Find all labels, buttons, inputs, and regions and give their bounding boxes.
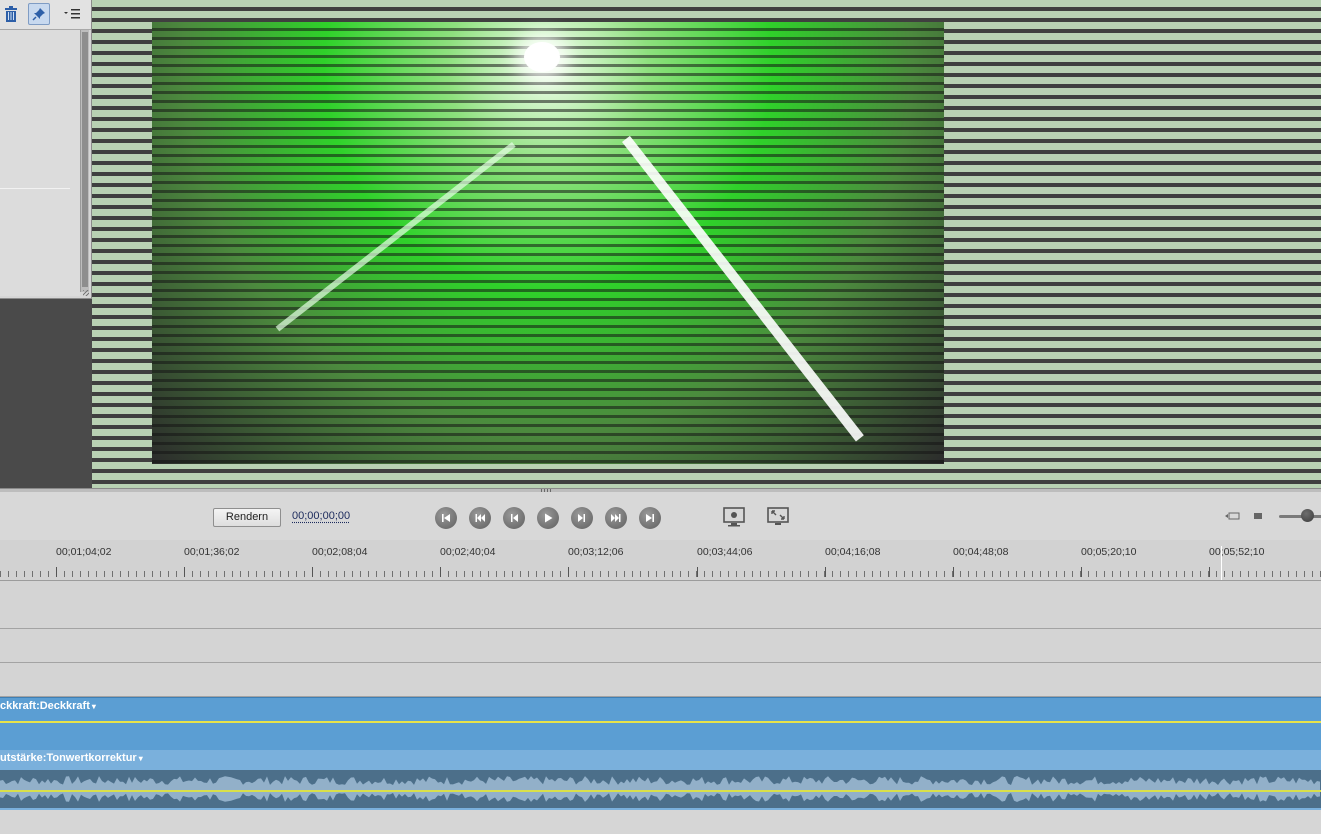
chevron-down-icon[interactable]: ▾ bbox=[139, 754, 143, 763]
ruler-label: 00;02;08;04 bbox=[312, 546, 368, 558]
ruler-major-tick bbox=[697, 567, 698, 577]
go-to-end-button[interactable] bbox=[639, 507, 661, 529]
ruler-label: 00;01;04;02 bbox=[56, 546, 112, 558]
ruler-major-tick bbox=[1081, 567, 1082, 577]
rewind-icon bbox=[475, 514, 485, 522]
frame-road-marking-2 bbox=[275, 142, 516, 332]
side-panel bbox=[0, 0, 92, 299]
fullscreen-icon[interactable] bbox=[766, 506, 790, 528]
program-monitor bbox=[0, 0, 1321, 488]
audio-clip-effect-label[interactable]: utstärke:Tonwertkorrektur ▾ bbox=[0, 752, 143, 764]
ruler-label: 00;01;36;02 bbox=[184, 546, 240, 558]
step-forward-large-button[interactable] bbox=[605, 507, 627, 529]
video-track-clip[interactable]: ckkraft:Deckkraft ▾ bbox=[0, 697, 1321, 750]
fast-forward-icon bbox=[611, 514, 621, 522]
current-timecode[interactable]: 00;00;00;00 bbox=[292, 510, 350, 522]
ruler-major-tick bbox=[56, 567, 57, 577]
ruler-major-tick bbox=[953, 567, 954, 577]
step-back-icon bbox=[511, 514, 518, 522]
ruler-major-tick bbox=[1209, 567, 1210, 577]
ruler-label: 00;04;48;08 bbox=[953, 546, 1009, 558]
panel-scrollbar[interactable] bbox=[80, 30, 89, 292]
ruler-label: 00;05;52;10 bbox=[1209, 546, 1265, 558]
ruler-label: 00;05;20;10 bbox=[1081, 546, 1137, 558]
transport-bar: Rendern 00;00;00;00 bbox=[0, 492, 1321, 540]
render-button[interactable]: Rendern bbox=[213, 508, 281, 527]
zoom-slider-track[interactable] bbox=[1279, 515, 1321, 518]
video-effect-name: ckkraft:Deckkraft bbox=[0, 700, 90, 712]
ruler-label: 00;02;40;04 bbox=[440, 546, 496, 558]
audio-effect-name: utstärke:Tonwertkorrektur bbox=[0, 752, 137, 764]
playhead[interactable] bbox=[1221, 546, 1222, 580]
ruler-label: 00;03;12;06 bbox=[568, 546, 624, 558]
opacity-keyframe-line[interactable] bbox=[0, 721, 1321, 723]
zoom-out-icon[interactable] bbox=[1224, 509, 1274, 523]
timeline-ruler[interactable]: 00;01;04;02 00;01;36;02 00;02;08;04 00;0… bbox=[0, 540, 1321, 581]
ruler-major-tick bbox=[184, 567, 185, 577]
panel-divider bbox=[0, 188, 70, 189]
frame-road-marking bbox=[622, 135, 864, 442]
volume-keyframe-line[interactable] bbox=[0, 790, 1321, 792]
ruler-label: 00;03;44;06 bbox=[697, 546, 753, 558]
timeline-empty-space bbox=[0, 810, 1321, 834]
step-back-button[interactable] bbox=[503, 507, 525, 529]
ruler-ticks bbox=[0, 571, 1321, 577]
step-forward-button[interactable] bbox=[571, 507, 593, 529]
panel-content bbox=[0, 30, 80, 296]
pin-icon[interactable] bbox=[28, 3, 50, 25]
go-to-start-button[interactable] bbox=[435, 507, 457, 529]
empty-track[interactable] bbox=[0, 629, 1321, 663]
audio-waveform bbox=[0, 770, 1321, 808]
ruler-label: 00;04;16;08 bbox=[825, 546, 881, 558]
chevron-down-icon[interactable]: ▾ bbox=[92, 702, 96, 711]
frame-highlight bbox=[524, 42, 560, 72]
play-icon bbox=[545, 513, 553, 523]
ruler-major-tick bbox=[568, 567, 569, 577]
go-to-start-icon bbox=[442, 514, 450, 522]
safe-margins-icon[interactable] bbox=[722, 506, 746, 528]
video-clip-effect-label[interactable]: ckkraft:Deckkraft ▾ bbox=[0, 700, 96, 712]
step-back-large-button[interactable] bbox=[469, 507, 491, 529]
scrollbar-thumb[interactable] bbox=[82, 32, 88, 287]
trash-icon[interactable] bbox=[0, 3, 22, 25]
ruler-major-tick bbox=[440, 567, 441, 577]
resize-grip-icon[interactable] bbox=[83, 290, 89, 296]
empty-track[interactable] bbox=[0, 581, 1321, 629]
audio-track-clip[interactable]: utstärke:Tonwertkorrektur ▾ bbox=[0, 750, 1321, 810]
video-frame[interactable] bbox=[152, 22, 944, 464]
step-forward-icon bbox=[578, 514, 585, 522]
panel-menu-icon[interactable] bbox=[60, 3, 84, 25]
waveform-graphic bbox=[0, 776, 1320, 802]
play-button[interactable] bbox=[537, 507, 559, 529]
ruler-major-tick bbox=[312, 567, 313, 577]
timeline-zoom-control bbox=[1224, 509, 1274, 523]
panel-toolbar bbox=[0, 0, 91, 30]
zoom-slider-knob[interactable] bbox=[1301, 509, 1314, 522]
empty-track[interactable] bbox=[0, 663, 1321, 697]
go-to-end-icon bbox=[646, 514, 654, 522]
ruler-major-tick bbox=[825, 567, 826, 577]
